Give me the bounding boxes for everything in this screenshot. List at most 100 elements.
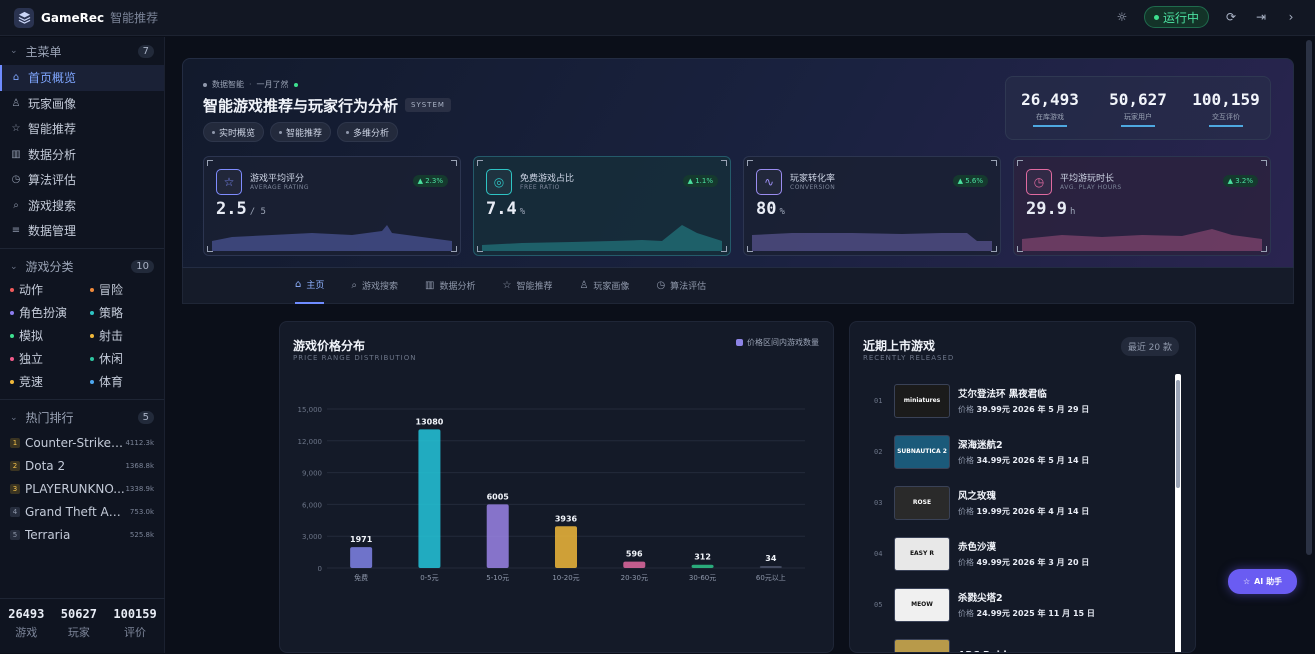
hot-ranking-item[interactable]: 5 Terraria 525.8k [0, 524, 164, 547]
sidebar-item[interactable]: ▥ 数据分析 [0, 142, 164, 168]
hot-ranking-count: 5 [137, 411, 154, 424]
scrollbar-thumb[interactable] [1176, 380, 1180, 488]
category-item[interactable]: 模拟 [10, 327, 90, 345]
ai-assistant-button[interactable]: ☆ AI 助手 [1228, 569, 1297, 594]
category-item[interactable]: 体育 [90, 373, 170, 391]
categories-header[interactable]: ⌄ 游戏分类 10 [0, 253, 164, 281]
category-item[interactable]: 竞速 [10, 373, 90, 391]
tab-item[interactable]: ☆ 智能推荐 [502, 268, 552, 304]
tab-item[interactable]: ⌕ 游戏搜索 [351, 268, 398, 304]
sidebar-item-label: 算法评估 [28, 173, 77, 188]
kpi-sparkline [752, 233, 992, 251]
category-dot-icon [90, 379, 94, 384]
rank-value: 753.0k [129, 508, 154, 516]
sidebar-stat-label: 评价 [124, 626, 147, 639]
hero-stats-panel: 26,493 在库游戏 50,627 玩家用户 100,159 交互评价 [1005, 76, 1271, 140]
category-item[interactable]: 休闲 [90, 350, 170, 368]
chevron-down-icon: ⌄ [10, 412, 18, 423]
kpi-card[interactable]: ∿ 玩家转化率 CONVERSION ▲ 5.6% 80% [743, 156, 1001, 256]
hero-pill[interactable]: 实时概览 [203, 122, 265, 142]
chevron-down-icon: ⌄ [10, 261, 18, 272]
clock-icon: ◷ [1026, 169, 1052, 195]
category-item[interactable]: 策略 [90, 304, 170, 322]
pill-dot-icon [346, 130, 350, 134]
category-label: 冒险 [99, 283, 124, 297]
user-icon: ♙ [11, 97, 21, 109]
sidebar-item[interactable]: ☆ 智能推荐 [0, 116, 164, 142]
recent-scrollbar[interactable] [1175, 374, 1181, 652]
recent-game-item[interactable]: 03 ROSE 风之玫瑰 价格 19.99元 2026 年 4 月 14 日 [864, 477, 1174, 528]
category-item[interactable]: 独立 [10, 350, 90, 368]
hero-stat-underline [1209, 124, 1243, 127]
sidebar-item[interactable]: ⌕ 游戏搜索 [0, 193, 164, 219]
recent-game-item[interactable]: 01 miniatures 艾尔登法环 黑夜君临 价格 39.99元 2026 年 5… [864, 375, 1174, 426]
kpi-title: 游戏平均评分 [250, 174, 305, 184]
sidebar-item[interactable]: ≡ 数据管理 [0, 218, 164, 244]
category-item[interactable]: 射击 [90, 327, 170, 345]
recent-game-list: 01 miniatures 艾尔登法环 黑夜君临 价格 39.99元 2026 年 5… [864, 375, 1174, 652]
game-info: 深海迷航2 价格 34.99元 2026 年 5 月 14 日 [958, 437, 1089, 466]
game-thumbnail: SUBNAUTICA 2 [894, 434, 950, 469]
sidebar-item[interactable]: ♙ 玩家画像 [0, 91, 164, 117]
recent-game-item[interactable]: 06ARC Raiders [864, 630, 1174, 652]
tab-item[interactable]: ◷ 算法评估 [656, 268, 706, 304]
game-release-date: 2026 年 4 月 14 日 [1012, 507, 1090, 516]
target-icon: ◎ [486, 169, 512, 195]
category-dot-icon [90, 310, 94, 315]
sidebar-stat-value: 50627 [60, 607, 97, 621]
recent-index: 01 [874, 396, 883, 405]
hot-ranking-item[interactable]: 1 Counter-Strike: ... 4112.3k [0, 432, 164, 455]
theme-toggle-sun-icon[interactable]: ☼ [1114, 9, 1130, 25]
hero-stat: 50,627 玩家用户 [1098, 90, 1178, 127]
hero-pill[interactable]: 多维分析 [337, 122, 399, 142]
sidebar-stat-value: 100159 [113, 607, 157, 621]
sidebar-item[interactable]: ◷ 算法评估 [0, 167, 164, 193]
home-icon: ⌂ [295, 279, 302, 290]
price-bar-chart: 0 3,000 6,000 9,000 12,000 15,000 1971 免费 13080 0… [298, 406, 805, 582]
tab-item[interactable]: ▥ 数据分析 [425, 268, 475, 304]
chevron-right-icon[interactable]: › [1283, 9, 1299, 25]
recent-subtitle: RECENTLY RELEASED [863, 354, 955, 362]
corner-bracket [1017, 160, 1023, 166]
page-scrollbar[interactable] [1306, 40, 1312, 555]
kpi-card[interactable]: ◷ 平均游玩时长 AVG. PLAY HOURS ▲ 3.2% 29.9 h [1013, 156, 1271, 256]
category-item[interactable]: 角色扮演 [10, 304, 90, 322]
hero-stat-value: 26,493 [1021, 89, 1079, 109]
sidebar-item[interactable]: ⌂ 首页概览 [0, 65, 164, 91]
hot-ranking-item[interactable]: 4 Grand Theft Auto V 753.0k [0, 501, 164, 524]
bar [691, 564, 714, 568]
game-thumbnail: ROSE [894, 485, 950, 520]
eyebrow-separator: · [249, 80, 252, 89]
tab-item[interactable]: ⌂ 主页 [295, 268, 325, 304]
rank-game-name: PLAYERUNKNO... [25, 482, 125, 496]
kpi-sparkline [482, 225, 722, 251]
hero-pill[interactable]: 智能推荐 [270, 122, 332, 142]
rank-number: 1 [10, 438, 20, 448]
game-name: 艾尔登法环 黑夜君临 [958, 389, 1047, 400]
kpi-card[interactable]: ☆ 游戏平均评分 AVERAGE RATING ▲ 2.3% 2.5/ 5 [203, 156, 461, 256]
hot-ranking-item[interactable]: 2 Dota 2 1368.8k [0, 455, 164, 478]
recent-game-item[interactable]: 02 SUBNAUTICA 2 深海迷航2 价格 34.99元 2026 年 5 月 … [864, 426, 1174, 477]
recent-index: 02 [874, 447, 883, 456]
refresh-icon[interactable]: ⟳ [1223, 9, 1239, 25]
hot-ranking-header[interactable]: ⌄ 热门排行 5 [0, 404, 164, 432]
hot-ranking-title: 热门排行 [25, 411, 74, 425]
tab-label: 数据分析 [439, 282, 476, 292]
main-menu-header[interactable]: ⌄ 主菜单 7 [0, 37, 164, 65]
sidebar-item-label: 数据管理 [28, 224, 77, 239]
recent-game-item[interactable]: 05 MEOW 杀戮尖塔2 价格 24.99元 2025 年 11 月 15 日 [864, 579, 1174, 630]
category-dot-icon [10, 310, 14, 315]
kpi-card[interactable]: ◎ 免费游戏占比 FREE RATIO ▲ 1.1% 7.4% [473, 156, 731, 256]
hero-stat: 26,493 在库游戏 [1010, 90, 1090, 127]
app-subtitle: 智能推荐 [110, 11, 159, 25]
sliders-icon: ≡ [11, 225, 21, 237]
category-grid: 动作 冒险 角色扮演 策略 模拟 射击 独立 休闲 竞速 体育 [0, 281, 164, 391]
logout-icon[interactable]: ⇥ [1253, 9, 1269, 25]
eyebrow-tagline: 一月了然 [256, 80, 289, 89]
bar-value-label: 13080 [416, 417, 444, 426]
category-item[interactable]: 冒险 [90, 281, 170, 299]
recent-game-item[interactable]: 04 EASY R 赤色沙漠 价格 49.99元 2026 年 3 月 20 日 [864, 528, 1174, 579]
tab-item[interactable]: ♙ 玩家画像 [579, 268, 629, 304]
category-item[interactable]: 动作 [10, 281, 90, 299]
hot-ranking-item[interactable]: 3 PLAYERUNKNO... 1338.9k [0, 478, 164, 501]
